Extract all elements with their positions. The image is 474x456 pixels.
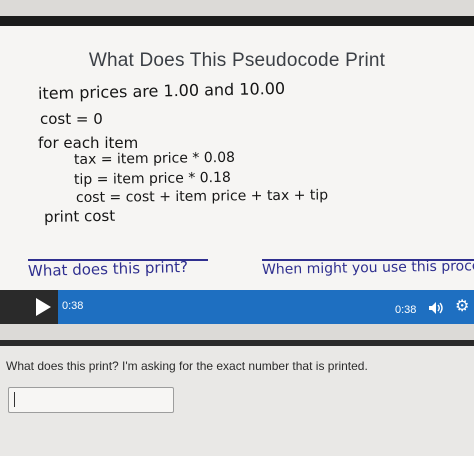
slide-title: What Does This Pseudocode Print <box>88 50 386 71</box>
prompt-underline-left <box>28 259 208 261</box>
section-divider <box>0 340 474 346</box>
question-text: What does this print? I'm asking for the… <box>6 359 368 373</box>
code-line-prices: item prices are 1.00 and 10.00 <box>37 78 286 103</box>
player-gap <box>0 324 474 340</box>
code-line-tip: tip = item price * 0.18 <box>73 169 232 188</box>
video-slide[interactable]: What Does This Pseudocode Print item pri… <box>0 26 474 290</box>
volume-icon[interactable] <box>428 300 444 316</box>
slide-prompt-right: When might you use this proces <box>261 258 474 278</box>
play-icon <box>36 298 51 316</box>
code-line-loop: for each item <box>38 134 139 152</box>
elapsed-time: 0:38 <box>62 300 84 312</box>
code-line-cost-init: cost = 0 <box>40 110 103 128</box>
text-cursor <box>14 392 15 407</box>
play-button[interactable] <box>0 290 58 324</box>
prompt-underline-right <box>262 259 474 261</box>
duration-time: 0:38 <box>395 304 417 316</box>
gear-icon[interactable]: ⚙ <box>455 299 471 315</box>
code-line-print: print cost <box>43 206 116 226</box>
answer-input[interactable] <box>8 387 174 413</box>
code-line-tax: tax = item price * 0.08 <box>73 149 236 168</box>
slide-prompt-left: What does this print? <box>27 257 189 281</box>
code-line-cost-update: cost = cost + item price + tax + tip <box>75 187 329 206</box>
video-player-bar[interactable]: 0:38 0:38 ⚙ <box>0 290 474 324</box>
top-divider <box>0 16 474 26</box>
